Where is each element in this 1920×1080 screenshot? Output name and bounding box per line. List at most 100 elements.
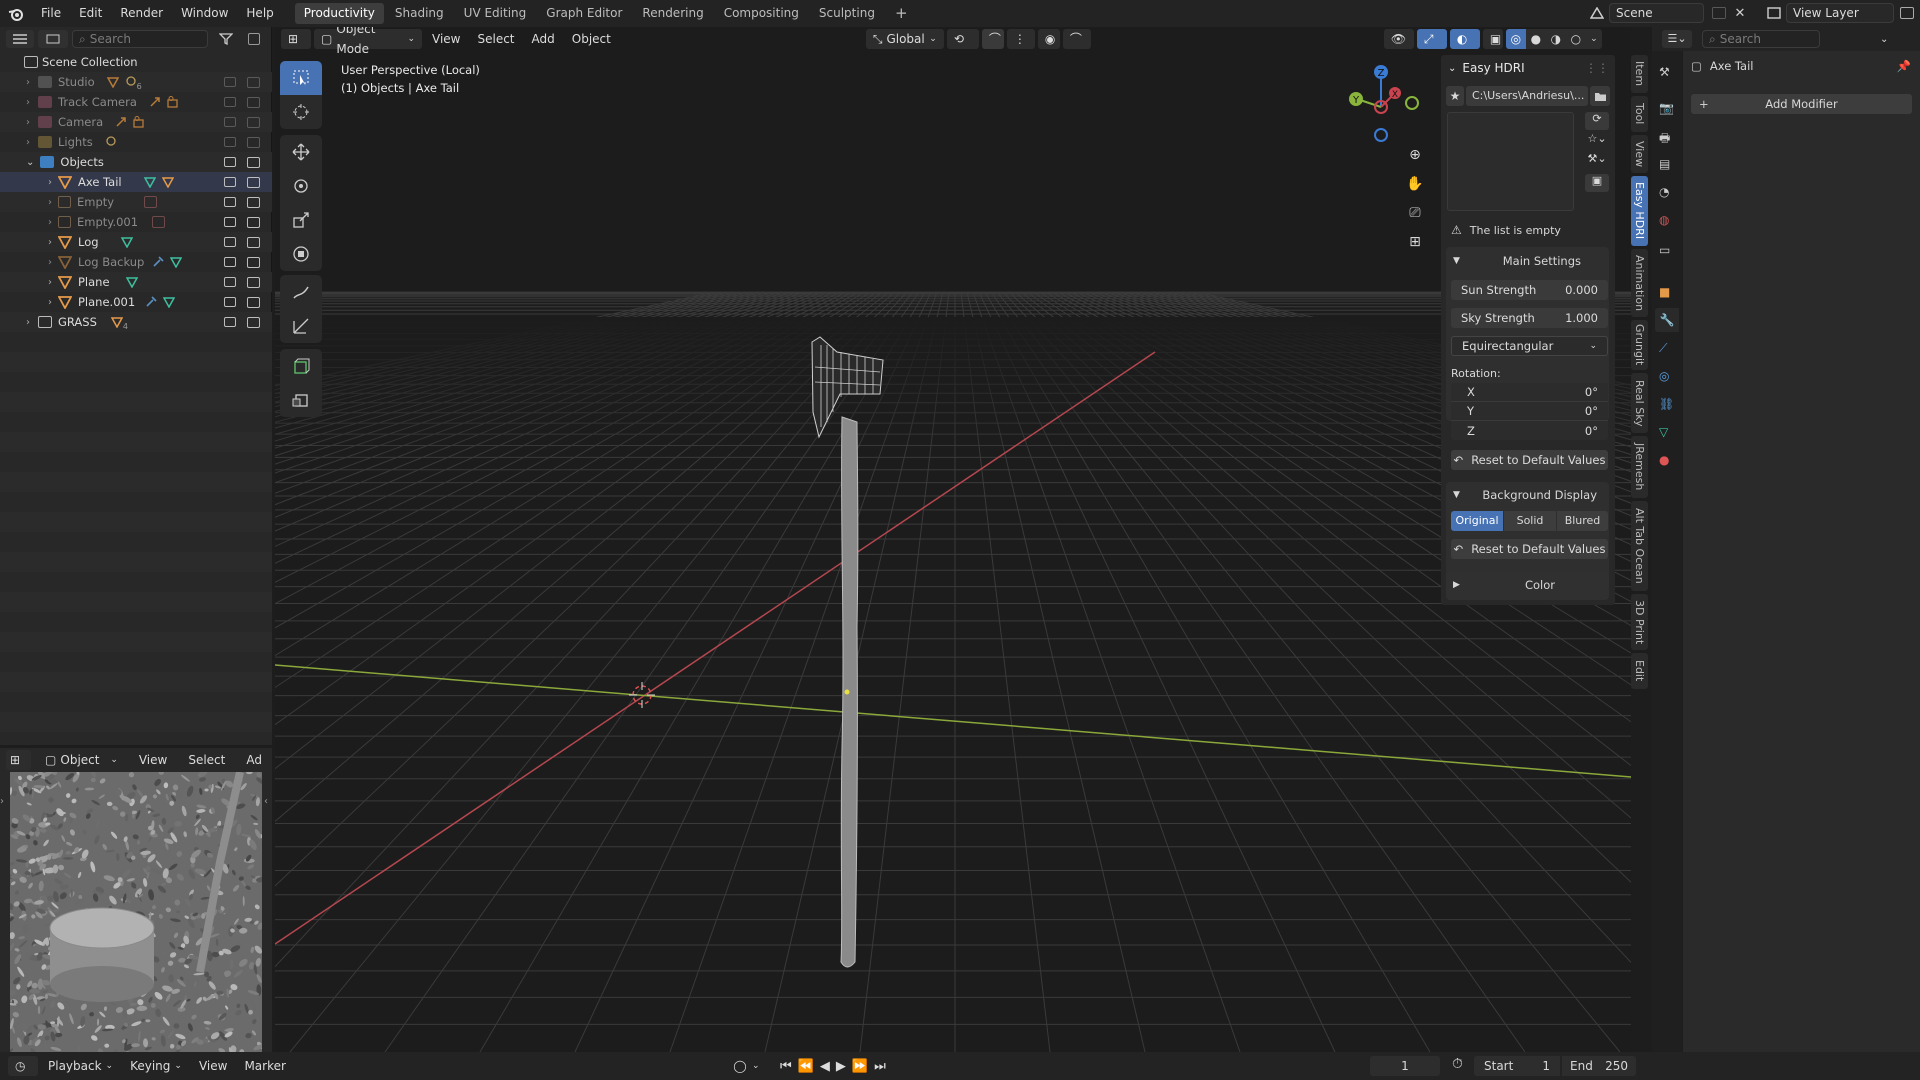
end-frame-field[interactable]: End 250: [1562, 1056, 1636, 1076]
menu-add[interactable]: Ad: [239, 750, 269, 770]
next-keyframe-icon[interactable]: ⏩: [852, 1059, 868, 1074]
move-tool[interactable]: [280, 135, 322, 169]
expand-arrow-icon[interactable]: ›: [26, 117, 30, 128]
menu-edit[interactable]: Edit: [70, 0, 111, 27]
annotate-tool[interactable]: [280, 275, 322, 309]
pan-hand-icon[interactable]: ✋: [1403, 176, 1427, 205]
render-camera-icon[interactable]: [247, 216, 260, 228]
outliner-item-log-backup[interactable]: › Log Backup: [0, 252, 272, 272]
delete-scene-icon[interactable]: ✕: [1730, 6, 1750, 21]
world-properties-icon[interactable]: ◍: [1659, 213, 1669, 227]
outliner-item-empty[interactable]: › Empty: [0, 192, 272, 212]
jump-start-icon[interactable]: ⏮: [780, 1059, 792, 1074]
tab-tool[interactable]: Tool: [1631, 96, 1648, 132]
display-mode-icon[interactable]: [38, 30, 68, 48]
tab-real-sky[interactable]: Real Sky: [1631, 373, 1648, 433]
properties-search-input[interactable]: ⌕ Search: [1702, 30, 1820, 48]
folder-icon[interactable]: [1590, 86, 1610, 106]
rotation-x-field[interactable]: X 0°: [1451, 383, 1608, 402]
collapse-arrow-icon[interactable]: ⌄: [26, 157, 34, 168]
visibility-icon[interactable]: [224, 317, 236, 327]
view-layer-icon[interactable]: [1762, 3, 1786, 23]
outliner-item-lights[interactable]: › Lights: [0, 132, 272, 152]
image-mode-dropdown[interactable]: ▢Object Mode ⌄: [38, 750, 125, 787]
prev-keyframe-icon[interactable]: ⏪: [798, 1059, 814, 1074]
hdri-preview-area[interactable]: [1447, 112, 1574, 211]
tab-grungit[interactable]: Grungit: [1631, 320, 1648, 370]
overlays-toggle-icon[interactable]: ◐: [1449, 29, 1480, 49]
tab-uv-editing[interactable]: UV Editing: [455, 3, 536, 24]
render-camera-icon[interactable]: [247, 276, 260, 288]
outliner-item-studio[interactable]: › Studio 6: [0, 72, 272, 92]
current-frame-field[interactable]: 1: [1370, 1056, 1440, 1076]
visibility-icon[interactable]: [224, 117, 236, 127]
visibility-icon[interactable]: [224, 137, 236, 147]
filter-icon[interactable]: [214, 30, 238, 48]
image-icon[interactable]: ▣: [1585, 174, 1609, 192]
transform-orientation-dropdown[interactable]: ⤡ Global ⌄: [865, 29, 944, 49]
visibility-icon[interactable]: [224, 77, 236, 87]
reset-background-button[interactable]: ↶ Reset to Default Values: [1451, 539, 1608, 559]
zoom-icon[interactable]: ⊕: [1403, 147, 1427, 176]
tab-3d-print[interactable]: 3D Print: [1631, 594, 1648, 650]
outliner-item-camera[interactable]: › Camera: [0, 112, 272, 132]
proportional-edit-icon[interactable]: ◉: [1037, 29, 1060, 49]
menu-keying[interactable]: Keying ⌄: [123, 1056, 189, 1076]
snap-target-icon[interactable]: ⋮: [1006, 29, 1035, 49]
rotation-z-field[interactable]: Z 0°: [1451, 421, 1608, 440]
menu-help[interactable]: Help: [237, 0, 282, 27]
camera-view-icon[interactable]: ⎚: [1403, 205, 1427, 234]
render-camera-icon[interactable]: [247, 196, 260, 208]
expand-arrow-icon[interactable]: ›: [48, 297, 52, 308]
output-properties-icon[interactable]: 🖶: [1659, 129, 1670, 150]
jump-end-icon[interactable]: ⏭: [874, 1059, 886, 1074]
render-camera-icon[interactable]: [247, 156, 260, 168]
editor-type-icon[interactable]: ⊞: [281, 29, 311, 49]
menu-file[interactable]: File: [32, 0, 70, 27]
new-scene-icon[interactable]: [1712, 7, 1726, 19]
visibility-icon[interactable]: [224, 177, 236, 187]
tab-compositing[interactable]: Compositing: [715, 3, 808, 24]
expand-arrow-icon[interactable]: ›: [48, 177, 52, 188]
expand-arrow-icon[interactable]: ›: [26, 77, 30, 88]
expand-arrow-icon[interactable]: ›: [48, 257, 52, 268]
tab-productivity[interactable]: Productivity: [294, 3, 384, 24]
menu-marker[interactable]: Marker: [237, 1056, 292, 1076]
expand-arrow-icon[interactable]: ›: [48, 197, 52, 208]
scale-tool[interactable]: [280, 203, 322, 237]
bg-option-solid[interactable]: Solid: [1504, 511, 1556, 531]
visibility-icon[interactable]: [224, 237, 236, 247]
render-camera-icon[interactable]: [247, 116, 260, 128]
visibility-selectability-icon[interactable]: 👁: [1383, 29, 1414, 49]
mode-dropdown[interactable]: ▢ Object Mode ⌄: [314, 27, 422, 56]
transform-tool[interactable]: [280, 237, 322, 271]
particles-properties-icon[interactable]: ⟋: [1659, 341, 1667, 356]
view-layer-properties-icon[interactable]: ▤: [1659, 157, 1670, 171]
tool-settings-icon[interactable]: ⚒: [1659, 65, 1670, 79]
outliner-editor-type-icon[interactable]: [6, 30, 34, 48]
hdri-path-field[interactable]: C:\Users\Andriesu\...: [1466, 86, 1588, 106]
background-display-header[interactable]: ▼ Background Display: [1453, 488, 1603, 502]
start-frame-field[interactable]: Start 1: [1474, 1056, 1560, 1076]
select-box-tool[interactable]: [280, 61, 322, 95]
constraints-properties-icon[interactable]: ⛓: [1659, 397, 1674, 411]
chevron-down-icon[interactable]: ⌄: [1880, 34, 1888, 45]
render-camera-icon[interactable]: [247, 76, 260, 88]
render-camera-icon[interactable]: [247, 296, 260, 308]
tab-shading[interactable]: Shading: [386, 3, 453, 24]
add-object-tool[interactable]: [280, 383, 322, 417]
navigation-gizmo[interactable]: Z Y X: [1337, 63, 1427, 143]
ortho-toggle-icon[interactable]: ⊞: [1403, 234, 1427, 263]
delete-view-layer-icon[interactable]: ✕: [1914, 6, 1920, 21]
add-cube-tool[interactable]: [280, 349, 322, 383]
expand-arrow-icon[interactable]: ›: [26, 137, 30, 148]
expand-arrow-icon[interactable]: ›: [48, 277, 52, 288]
scene-icon[interactable]: [1585, 3, 1609, 23]
auto-keying-icon[interactable]: ◯: [730, 1056, 750, 1076]
favorite-star-icon[interactable]: ★: [1446, 86, 1464, 106]
tab-view[interactable]: View: [1631, 135, 1648, 173]
tab-jremesh[interactable]: JRemesh: [1631, 436, 1648, 498]
panel-collapse-icon[interactable]: ⌄: [1448, 63, 1456, 74]
menu-playback[interactable]: Playback ⌄: [41, 1056, 120, 1076]
sky-strength-field[interactable]: Sky Strength 1.000: [1451, 308, 1608, 328]
